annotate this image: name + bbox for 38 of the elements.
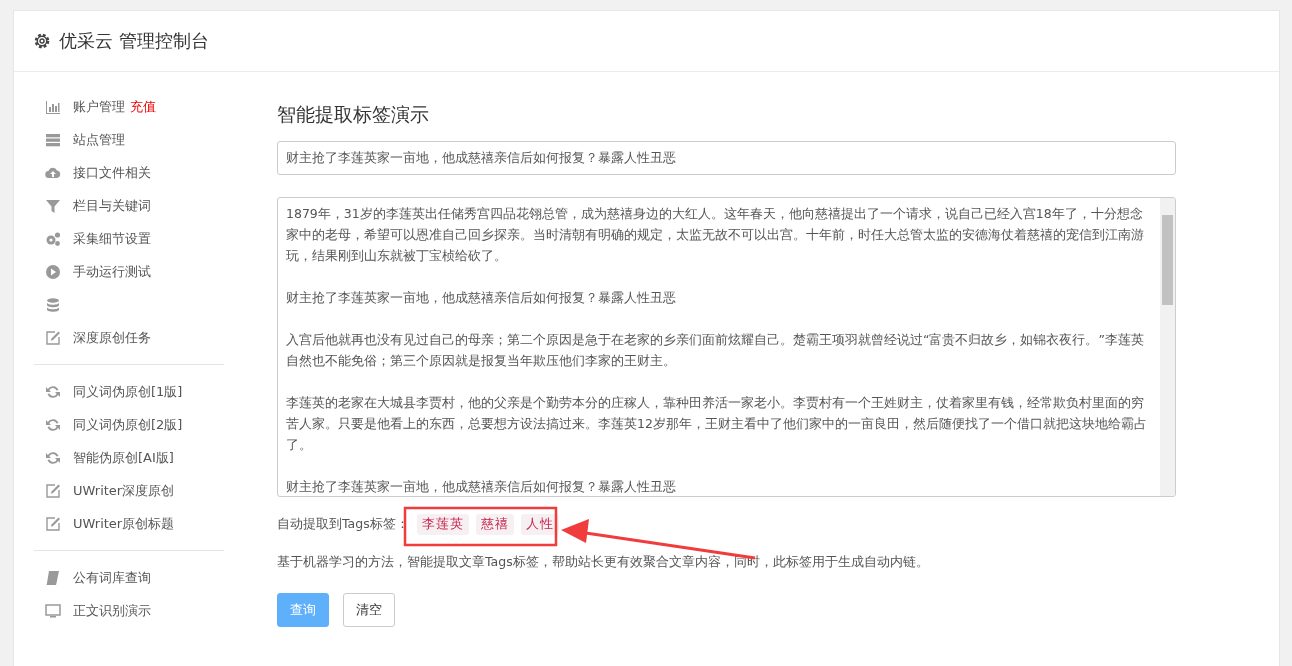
content-field[interactable]: 1879年，31岁的李莲英出任储秀宫四品花翎总管，成为慈禧身边的大红人。这年春天，他向慈禧提出了一个请求，说自己已经入宫18年了，十分想念家中的老母，希望可以恩准自己回乡探亲。当时清朝有明确的规定，太监无故不可以出宫。十年前，时任大总管太监的安德海仗着慈禧的宠信到江南游玩，结果刚到山东就被丁宝桢给砍了。 财主抢了李莲英家一亩地，他成慈禧亲信后如何报复？暴露人性丑恶 入宫后他就再也没有见过自己的母亲；第二个原因是急于在老家的乡亲们面前炫耀自己。楚霸王项羽就曾经说过“富贵不归故乡，如锦衣夜行。”李莲英自然也不能免俗；第三个原因就是报复当年欺压他们李家的王财主。 李莲英的老家在大城县李贾村，他的父亲是个勤劳本分的庄稼人，靠种田养活一家老小。李贾村有一个王姓财主，仗着家里有钱，经常欺负村里面的穷苦人家。只要是他看上的东西，总要想方设法搞过来。李莲英12岁那年，王财主看中了他们家中的一亩良田，然后随便找了一个借口就把这块地给霸占了。 财主抢了李莲英家一亩地，他成慈禧亲信后如何报复？暴露人性丑恶 <box>277 197 1176 497</box>
sidebar-item[interactable]: 接口文件相关 <box>34 156 151 189</box>
edit-icon <box>45 329 61 346</box>
tag: 慈禧 <box>475 514 514 535</box>
refresh-icon <box>45 416 61 433</box>
title-field[interactable]: 财主抢了李莲英家一亩地，他成慈禧亲信后如何报复？暴露人性丑恶 <box>277 141 1176 175</box>
sidebar-item[interactable]: 深度原创任务 <box>34 321 151 354</box>
clear-button[interactable]: 清空 <box>343 593 395 627</box>
tag: 人性 <box>520 514 559 535</box>
sidebar-item[interactable]: 同义词伪原创[2版] <box>34 408 183 441</box>
play-icon <box>45 263 61 280</box>
refresh-icon <box>45 383 61 400</box>
sidebar-item[interactable]: 账户管理 充值 <box>34 90 156 123</box>
settings-icon <box>33 32 51 50</box>
edit-icon <box>45 515 61 532</box>
sidebar-item[interactable]: 智能伪原创[AI版] <box>34 441 174 474</box>
sidebar-item[interactable]: 手动运行测试 <box>34 255 151 288</box>
console-title: 优采云 管理控制台 <box>59 29 209 53</box>
sidebar-item[interactable]: 同义词伪原创[1版] <box>34 375 183 408</box>
sidebar-item[interactable]: 正文识别演示 <box>34 594 151 627</box>
filter-icon <box>45 197 61 214</box>
sidebar-item[interactable]: 采集细节设置 <box>34 222 151 255</box>
sidebar-item[interactable]: 公有词库查询 <box>34 561 151 594</box>
tags-label: 自动提取到Tags标签： <box>277 516 409 533</box>
sidebar-item[interactable]: 栏目与关键词 <box>34 189 151 222</box>
tag: 李莲英 <box>416 514 469 535</box>
database-icon <box>45 296 61 313</box>
scrollbar[interactable] <box>1160 198 1175 496</box>
sidebar-item[interactable]: UWriter深度原创 <box>34 474 175 507</box>
edit-icon <box>45 482 61 499</box>
refresh-icon <box>45 449 61 466</box>
page-heading: 智能提取标签演示 <box>277 102 430 127</box>
recharge-link[interactable]: 充值 <box>130 97 156 116</box>
sidebar-item[interactable]: 站点管理 <box>34 123 125 156</box>
monitor-icon <box>45 602 61 619</box>
bar-chart-icon <box>45 98 61 115</box>
sidebar-item[interactable]: UWriter原创标题 <box>34 507 175 540</box>
server-icon <box>45 131 61 148</box>
